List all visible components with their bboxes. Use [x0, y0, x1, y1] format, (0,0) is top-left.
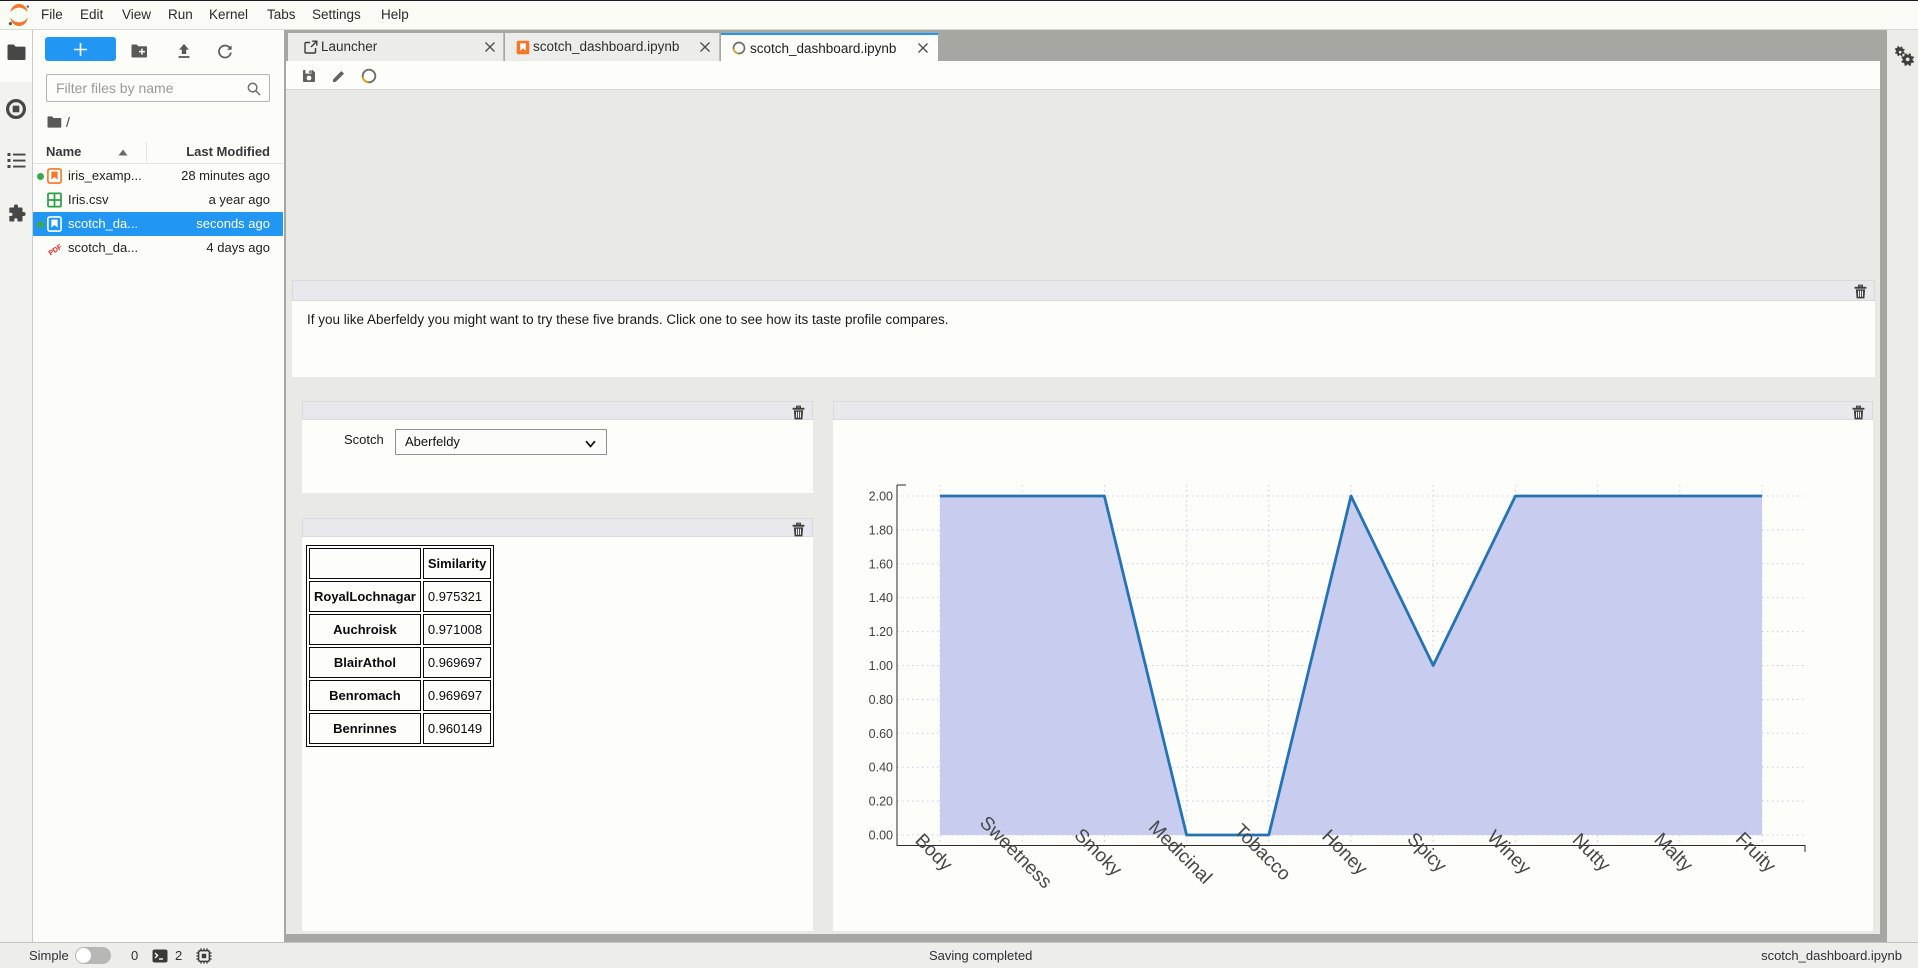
svg-text:1.80: 1.80 — [869, 523, 893, 537]
svg-text:1.60: 1.60 — [869, 557, 893, 571]
svg-text:Malty: Malty — [1650, 829, 1697, 876]
svg-text:Fruity: Fruity — [1731, 828, 1780, 877]
svg-text:0.20: 0.20 — [869, 795, 893, 809]
svg-text:Spicy: Spicy — [1403, 829, 1451, 877]
svg-text:0.80: 0.80 — [869, 693, 893, 707]
svg-text:0.00: 0.00 — [869, 829, 893, 843]
svg-text:1.40: 1.40 — [869, 591, 893, 605]
svg-text:0.60: 0.60 — [869, 727, 893, 741]
svg-text:Body: Body — [911, 830, 957, 876]
svg-text:1.20: 1.20 — [869, 625, 893, 639]
svg-text:1.00: 1.00 — [869, 659, 893, 673]
svg-text:PDF: PDF — [47, 242, 64, 257]
svg-text:2.00: 2.00 — [869, 490, 893, 504]
svg-text:Nutty: Nutty — [1568, 830, 1615, 877]
svg-text:0.40: 0.40 — [869, 761, 893, 775]
